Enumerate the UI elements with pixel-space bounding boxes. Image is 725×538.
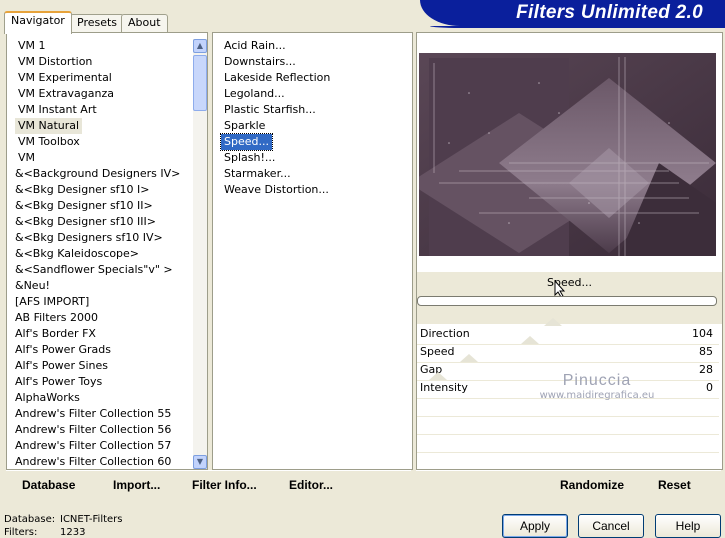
category-item[interactable]: &<Bkg Designer sf10 I> [12,182,153,198]
filter-item[interactable]: Speed... [220,133,273,151]
category-item[interactable]: VM Extravaganza [15,86,117,102]
scroll-up-icon[interactable]: ▲ [193,39,207,53]
param-label: Intensity [420,381,468,394]
preview-button[interactable]: Speed... [417,272,722,324]
tab-navigator[interactable]: Navigator [4,11,72,34]
filter-item[interactable]: Legoland... [221,86,288,102]
slider-thumb-icon[interactable] [521,336,540,344]
category-item[interactable]: AB Filters 2000 [12,310,101,326]
preview-image [419,53,716,256]
category-item[interactable]: VM Natural [15,118,83,134]
category-item[interactable]: &<Bkg Designer sf10 II> [12,198,156,214]
category-item[interactable]: VM Distortion [15,54,95,70]
param-label: Direction [420,327,470,340]
param-value: 104 [692,327,713,340]
param-row-direction[interactable]: Direction 104 [417,318,719,345]
randomize-button[interactable]: Randomize [560,478,624,492]
filter-item[interactable]: Downstairs... [221,54,299,70]
category-item[interactable]: Andrew's Filter Collection 60 [12,454,174,470]
param-value: 0 [706,381,713,394]
category-item[interactable]: VM [15,150,38,166]
filter-info-button[interactable]: Filter Info... [192,478,257,492]
category-item[interactable]: Alf's Border FX [12,326,99,342]
param-value: 28 [699,363,713,376]
app-title: Filters Unlimited 2.0 [516,2,703,23]
category-item[interactable]: VM Experimental [15,70,115,86]
cancel-button[interactable]: Cancel [578,514,644,538]
database-label: Database: [4,514,56,525]
category-item[interactable]: AlphaWorks [12,390,83,406]
apply-button[interactable]: Apply [502,514,568,538]
param-value: 85 [699,345,713,358]
filter-item[interactable]: Weave Distortion... [221,182,332,198]
scroll-thumb[interactable] [193,55,207,111]
category-item[interactable]: VM Toolbox [15,134,83,150]
param-row-empty [417,416,719,435]
database-button[interactable]: Database [22,478,75,492]
filter-list[interactable]: Acid Rain... Downstairs... Lakeside Reflec… [212,32,413,470]
filter-item[interactable]: Acid Rain... [221,38,289,54]
category-item[interactable]: &<Background Designers IV> [12,166,183,182]
category-item[interactable]: [AFS IMPORT] [12,294,92,310]
category-scrollbar[interactable]: ▲ ▼ [193,39,207,469]
filter-item[interactable]: Lakeside Reflection [221,70,333,86]
param-label: Speed [420,345,455,358]
database-value: ICNET-Filters [60,514,123,525]
filter-item[interactable]: Sparkle [221,118,268,134]
tab-about[interactable]: About [121,14,168,32]
category-item[interactable]: Alf's Power Sines [12,358,111,374]
category-item[interactable]: Andrew's Filter Collection 56 [12,422,174,438]
scroll-down-icon[interactable]: ▼ [193,455,207,469]
title-banner: Filters Unlimited 2.0 [420,0,725,28]
category-item[interactable]: &<Bkg Designer sf10 III> [12,214,159,230]
category-item[interactable]: VM Instant Art [15,102,100,118]
category-item[interactable]: &<Sandflower Specials"v" > [12,262,176,278]
category-item[interactable]: Alf's Power Toys [12,374,105,390]
filter-item[interactable]: Splash!... [221,150,278,166]
right-toolbar: Randomize Reset [416,470,721,499]
help-button[interactable]: Help [655,514,721,538]
category-item[interactable]: &Neu! [12,278,53,294]
category-item[interactable]: Alf's Power Grads [12,342,114,358]
left-toolbar: Database Import... Filter Info... Editor… [6,470,411,499]
category-item[interactable]: Andrew's Filter Collection 57 [12,438,174,454]
import-button[interactable]: Import... [113,478,160,492]
slider-thumb-icon[interactable] [543,318,562,326]
param-row-empty [417,434,719,453]
slider-thumb-icon[interactable] [459,354,478,362]
filter-item[interactable]: Plastic Starfish... [221,102,319,118]
progress-bar [417,296,717,306]
category-item[interactable]: &<Bkg Designers sf10 IV> [12,230,166,246]
category-item[interactable]: Andrew's Filter Collection 55 [12,406,174,422]
watermark: Pinuccia www.maidiregrafica.eu [539,372,655,401]
param-row-empty [417,452,719,471]
category-item[interactable]: &<Bkg Kaleidoscope> [12,246,142,262]
category-item[interactable]: VM 1 [15,38,49,54]
preview-panel: Speed... Direction 104 Speed 85 Gap 28 Intensi… [416,32,723,471]
category-list[interactable]: VM 1 VM Distortion VM Experimental VM Extra… [6,32,208,470]
editor-button[interactable]: Editor... [289,478,333,492]
tab-presets[interactable]: Presets [70,14,125,32]
reset-button[interactable]: Reset [658,478,691,492]
filter-item[interactable]: Starmaker... [221,166,294,182]
slider-thumb-icon[interactable] [429,372,447,380]
preview-filter-name: Speed... [547,276,592,289]
